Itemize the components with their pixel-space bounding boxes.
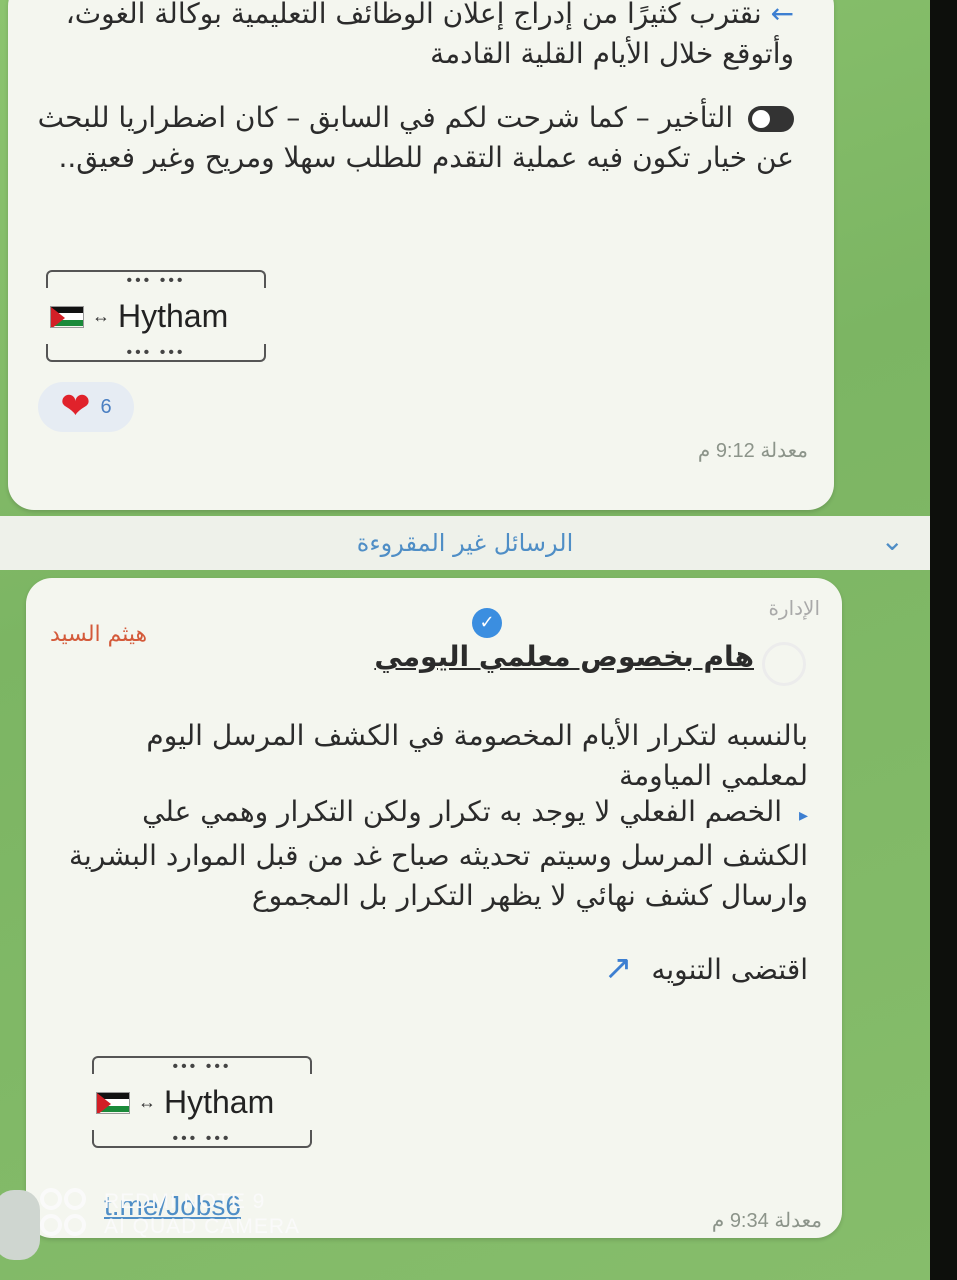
phone-bezel bbox=[930, 0, 957, 1280]
signature-name-row: ↔ Hytham bbox=[92, 1084, 312, 1121]
signature-frame-bottom: ••• ••• bbox=[92, 1130, 312, 1148]
camera-watermark: REDMI NOTE 9 AI QUAD CAMERA bbox=[40, 1188, 300, 1240]
signature-frame-bottom: ••• ••• bbox=[46, 344, 266, 362]
message-bubble[interactable]: هيثم السيد الإدارة ✓ هام بخصوص معلمي الي… bbox=[26, 578, 842, 1238]
message-paragraph: بالنسبه لتكرار الأيام المخصومة في الكشف … bbox=[146, 719, 808, 792]
message-paragraph-text: اقتضى التنويه bbox=[651, 953, 808, 986]
message-title: هام بخصوص معلمي اليومي bbox=[374, 640, 754, 673]
message-bubble[interactable]: ← نقترب كثيرًا من إدراج إعلان الوظائف ال… bbox=[8, 0, 834, 510]
watermark-line2: AI QUAD CAMERA bbox=[104, 1215, 301, 1238]
message-paragraph-text: التأخير – كما شرحت لكم في السابق – كان ا… bbox=[37, 101, 794, 174]
signature-card: ••• ••• ↔ Hytham ••• ••• bbox=[92, 1056, 312, 1148]
message-meta: معدلة 9:12 م bbox=[698, 438, 808, 463]
watermark-line1: REDMI NOTE 9 bbox=[104, 1190, 266, 1213]
message-time: 9:12 م bbox=[697, 440, 755, 462]
message-paragraph: اقتضى التنويه ↗ bbox=[308, 948, 808, 990]
signature-frame-top: ••• ••• bbox=[92, 1056, 312, 1075]
message-meta: معدلة 9:34 م bbox=[712, 1208, 822, 1233]
sender-name[interactable]: هيثم السيد bbox=[50, 622, 147, 647]
unread-messages-divider: الرسائل غير المقروءة ⌄ bbox=[0, 516, 930, 570]
palestine-flag-icon bbox=[50, 305, 84, 328]
watermark-text: REDMI NOTE 9 AI QUAD CAMERA bbox=[104, 1189, 300, 1239]
small-arrow-icon: ↔ bbox=[92, 306, 110, 326]
heart-icon: ❤ bbox=[60, 386, 91, 427]
edited-label: معدلة bbox=[760, 440, 808, 462]
message-time: 9:34 م bbox=[711, 1210, 769, 1232]
signature-card: ••• ••• ↔ Hytham ••• ••• bbox=[46, 270, 266, 362]
reaction-chip[interactable]: ❤ 6 bbox=[38, 382, 134, 432]
camera-logo-icon bbox=[40, 1188, 92, 1240]
message-line: نقترب كثيرًا من إدراج إعلان الوظائف التع… bbox=[65, 0, 794, 70]
toggle-emoji-icon bbox=[748, 106, 794, 132]
signature-frame-top: ••• ••• bbox=[46, 270, 266, 289]
signature-name-row: ↔ Hytham bbox=[46, 298, 266, 335]
small-arrow-icon: ↔ bbox=[138, 1092, 156, 1112]
arrow-up-right-icon: ↗ bbox=[603, 948, 633, 988]
message-paragraph-text: الخصم الفعلي لا يوجد به تكرار ولكن التكر… bbox=[68, 795, 808, 912]
palestine-flag-icon bbox=[96, 1091, 130, 1114]
message-text: ← نقترب كثيرًا من إدراج إعلان الوظائف ال… bbox=[34, 0, 794, 74]
user-avatar[interactable] bbox=[0, 1190, 40, 1260]
emoji-avatar bbox=[762, 642, 806, 686]
reaction-count: 6 bbox=[100, 395, 112, 418]
bullet-icon: ▸ bbox=[798, 805, 808, 826]
admin-tag: الإدارة bbox=[768, 596, 820, 620]
verified-badge-icon: ✓ bbox=[472, 608, 502, 638]
unread-messages-label: الرسائل غير المقروءة bbox=[356, 529, 574, 557]
signature-name: Hytham bbox=[118, 298, 229, 334]
message-paragraph: التأخير – كما شرحت لكم في السابق – كان ا… bbox=[34, 98, 794, 178]
edited-label: معدلة bbox=[774, 1210, 822, 1232]
chevron-down-icon[interactable]: ⌄ bbox=[881, 524, 904, 557]
chat-background: ← نقترب كثيرًا من إدراج إعلان الوظائف ال… bbox=[0, 0, 930, 1280]
forward-arrow-icon: ← bbox=[770, 0, 794, 30]
signature-name: Hytham bbox=[164, 1084, 275, 1120]
message-paragraph: ▸ الخصم الفعلي لا يوجد به تكرار ولكن الت… bbox=[48, 792, 808, 916]
